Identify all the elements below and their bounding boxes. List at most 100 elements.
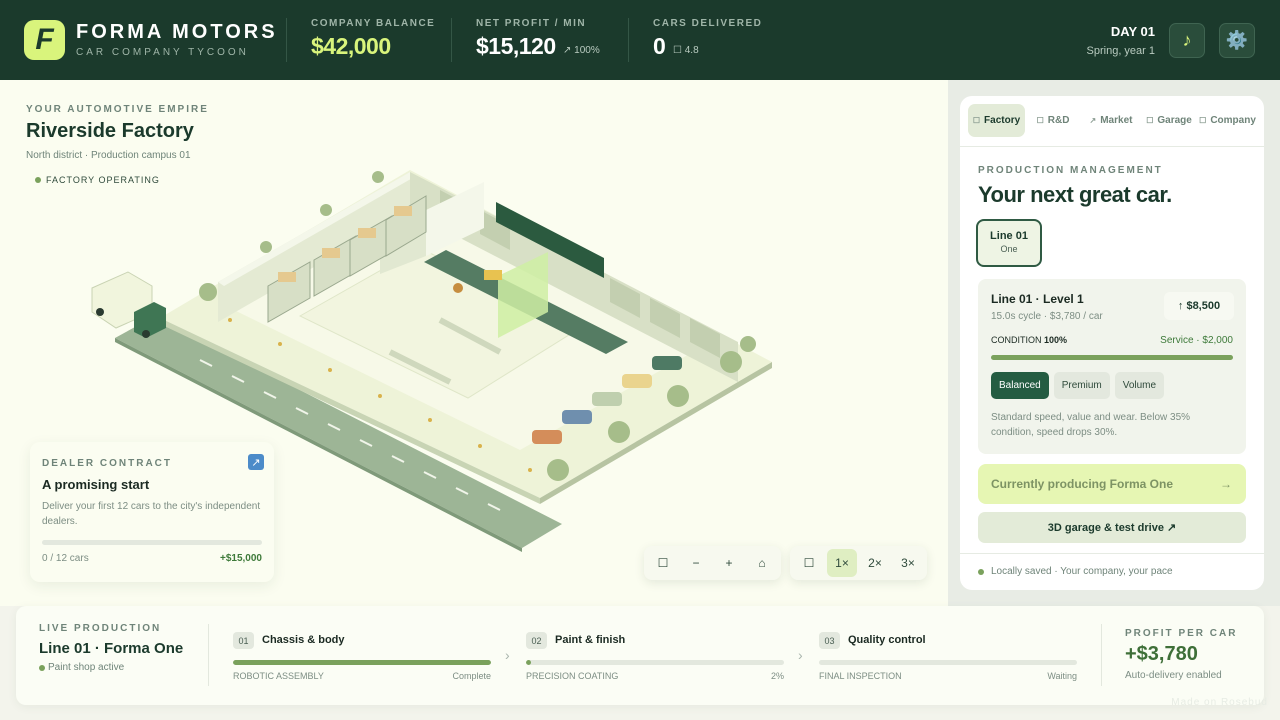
credit-text: Made on Rosebud: [1171, 697, 1268, 708]
music-button[interactable]: ♪: [1169, 23, 1205, 58]
status-dot: [39, 664, 45, 671]
gear-icon: ⚙️: [1225, 30, 1249, 50]
divider: [451, 18, 452, 62]
stage-caption: FINAL INSPECTION: [819, 671, 902, 681]
music-icon: ♪: [1182, 30, 1192, 50]
stage-state: Waiting: [1047, 671, 1077, 681]
mode-selector: Balanced Premium Volume: [991, 372, 1165, 399]
camera-controls: ☐ − + ⌂: [644, 546, 781, 580]
contract-progress-count: 0 / 12 cars: [42, 553, 89, 564]
divider: [960, 146, 1264, 147]
contract-eyebrow: DEALER CONTRACT: [42, 458, 172, 469]
live-production-eyebrow: LIVE PRODUCTION: [39, 623, 162, 634]
panel-tabs: ☐ Factory ☐ R&D ↗ Market ☐ Garage ☐ Company: [968, 104, 1258, 137]
brand-tagline: CAR COMPANY TYCOON: [76, 47, 249, 58]
tab-market[interactable]: ↗ Market: [1081, 104, 1141, 137]
stage-number: 03: [819, 632, 840, 649]
production-card: ☐ Factory ☐ R&D ↗ Market ☐ Garage ☐ Company P…: [960, 96, 1264, 590]
brand-name: FORMA MOTORS: [76, 21, 278, 43]
contract-description: Deliver your first 12 cars to the city's…: [42, 501, 261, 527]
mode-premium-button[interactable]: Premium: [1053, 372, 1110, 399]
season-label: Spring, year 1: [1086, 45, 1155, 57]
tab-label: Market: [1100, 115, 1133, 126]
divider: [1101, 624, 1102, 686]
stage-quality: 03 Quality control FINAL INSPECTION Wait…: [819, 630, 1077, 690]
stage-progress-fill: [233, 660, 491, 665]
speed-controls: ☐ 1× 2× 3×: [790, 546, 927, 580]
profit-value: $15,120: [476, 33, 556, 59]
rating-value: ☐ 4.8: [673, 45, 699, 56]
stage-number: 01: [233, 632, 254, 649]
line-button-model: One: [1000, 244, 1018, 254]
upgrade-button[interactable]: ↑ $8,500: [1164, 292, 1234, 320]
live-production-bar: LIVE PRODUCTION Line 01 · Forma One Pain…: [16, 606, 1264, 705]
zoom-out-button[interactable]: −: [681, 549, 711, 577]
speed-1x-button[interactable]: 1×: [827, 549, 857, 577]
tab-factory[interactable]: ☐ Factory: [968, 104, 1025, 137]
tab-label: Garage: [1157, 115, 1192, 126]
condition-value: 100%: [1044, 335, 1068, 345]
save-status: Locally saved · Your company, your pace: [978, 566, 1173, 577]
profit-per-car-label: PROFIT PER CAR: [1125, 628, 1238, 639]
tab-company[interactable]: ☐ Company: [1197, 104, 1258, 137]
garage-icon: ☐: [1146, 116, 1154, 125]
production-status-text: Paint shop active: [48, 662, 125, 673]
trend-up-icon[interactable]: ↗: [248, 454, 264, 470]
condition-bar: [991, 355, 1233, 360]
divider: [960, 553, 1264, 554]
settings-button[interactable]: ⚙️: [1219, 23, 1255, 58]
flask-icon: ☐: [1036, 116, 1044, 125]
chevron-right-icon: ›: [505, 647, 510, 663]
tab-rnd[interactable]: ☐ R&D: [1027, 104, 1079, 137]
factory-eyebrow: YOUR AUTOMOTIVE EMPIRE: [26, 104, 209, 115]
mode-balanced-button[interactable]: Balanced: [991, 372, 1049, 399]
service-button[interactable]: Service · $2,000: [1160, 335, 1233, 346]
stage-name: Paint & finish: [555, 634, 626, 646]
garage-test-drive-button[interactable]: 3D garage & test drive ↗: [978, 512, 1246, 543]
zoom-in-button[interactable]: +: [714, 549, 744, 577]
balance-value: $42,000: [311, 33, 391, 59]
car-on-line: [484, 270, 502, 280]
stage-progress-bar: [819, 660, 1077, 665]
contract-reward: +$15,000: [220, 553, 262, 564]
balance-label: COMPANY BALANCE: [311, 18, 436, 29]
status-dot: [35, 177, 41, 183]
line-01-button[interactable]: Line 01 One: [976, 219, 1042, 267]
chevron-right-icon: ›: [798, 647, 803, 663]
tab-label: Company: [1210, 115, 1256, 126]
arrow-right-icon: →: [1220, 477, 1232, 491]
rotate-button[interactable]: ☐: [648, 549, 678, 577]
divider: [628, 18, 629, 62]
speed-3x-button[interactable]: 3×: [893, 549, 923, 577]
trend-up-icon: ↗: [1089, 116, 1097, 125]
factory-scene[interactable]: YOUR AUTOMOTIVE EMPIRE Riverside Factory…: [0, 80, 948, 606]
tab-label: Factory: [984, 115, 1021, 126]
stage-caption: PRECISION COATING: [526, 671, 619, 681]
dealer-contract-card[interactable]: DEALER CONTRACT ↗ A promising start Deli…: [30, 442, 274, 582]
pause-button[interactable]: ☐: [794, 549, 824, 577]
contract-title: A promising start: [42, 477, 150, 492]
stage-progress-bar: [233, 660, 491, 665]
profit-label: NET PROFIT / MIN: [476, 18, 587, 29]
currently-producing-button[interactable]: Currently producing Forma One →: [978, 464, 1246, 504]
day-counter: DAY 01: [1110, 24, 1155, 39]
stage-state: 2%: [770, 671, 784, 681]
stage-state: Complete: [452, 671, 491, 681]
divider: [208, 624, 209, 686]
auto-delivery-status: Auto-delivery enabled: [1125, 670, 1222, 681]
stage-chassis: 01 Chassis & body ROBOTIC ASSEMBLY Compl…: [233, 630, 491, 690]
speed-2x-button[interactable]: 2×: [860, 549, 890, 577]
home-button[interactable]: ⌂: [747, 549, 777, 577]
producing-label: Currently producing Forma One: [991, 477, 1174, 491]
tab-garage[interactable]: ☐ Garage: [1143, 104, 1195, 137]
stage-name: Chassis & body: [262, 634, 345, 646]
mode-description: Standard speed, value and wear. Below 35…: [991, 412, 1191, 438]
stage-progress-fill: [526, 660, 532, 665]
mode-volume-button[interactable]: Volume: [1114, 372, 1165, 399]
factory-icon: ☐: [972, 116, 981, 125]
profit-change-badge: ↗ 100%: [563, 45, 600, 56]
side-panel: ☐ Factory ☐ R&D ↗ Market ☐ Garage ☐ Company P…: [948, 80, 1280, 606]
contract-progress-bar: [42, 540, 262, 545]
stage-paint: 02 Paint & finish PRECISION COATING 2%: [526, 630, 784, 690]
save-status-text: Locally saved · Your company, your pace: [991, 566, 1173, 577]
